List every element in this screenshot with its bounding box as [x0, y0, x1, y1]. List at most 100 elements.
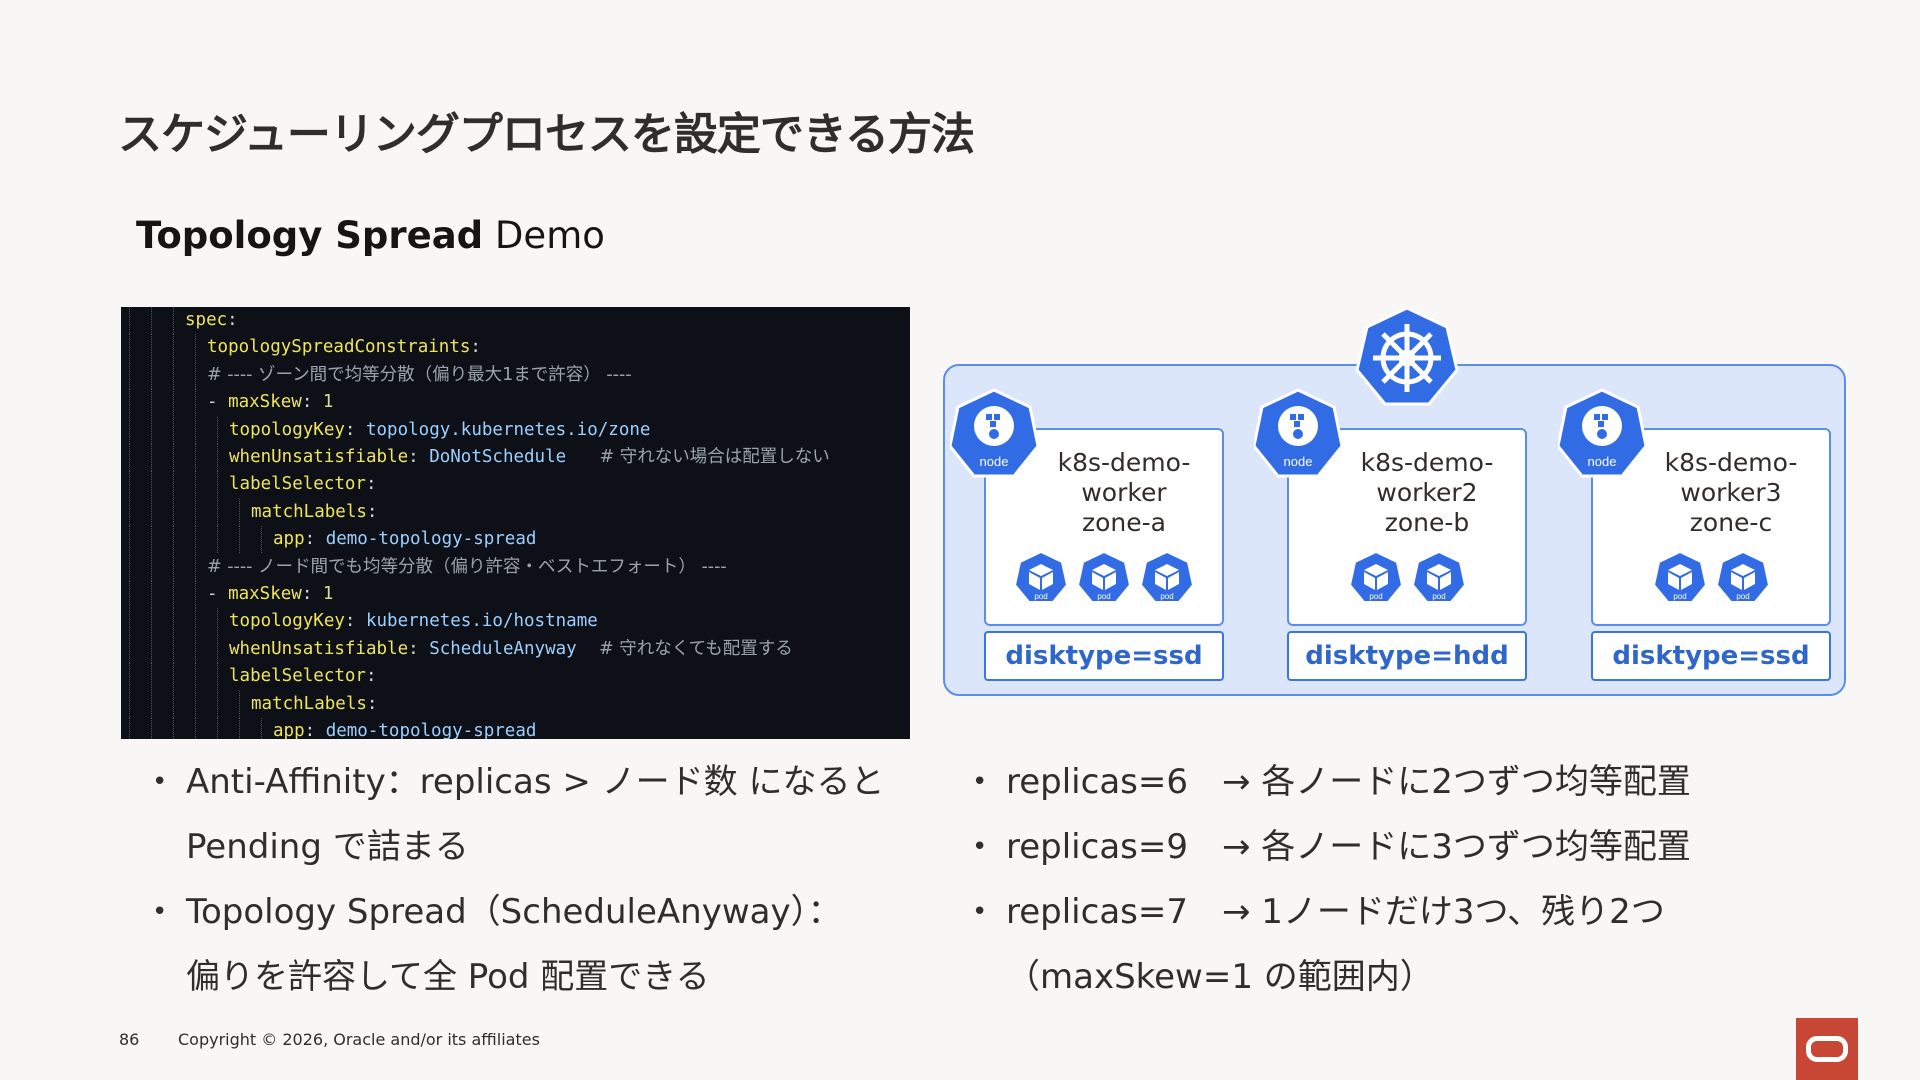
indent-guide	[217, 690, 218, 718]
indent-guide	[129, 334, 130, 362]
indent-guide	[239, 690, 240, 718]
indent-guide	[173, 690, 174, 718]
node-icon-label: node	[1284, 454, 1313, 469]
bullet-dot: •	[972, 897, 988, 927]
code-token: app	[273, 529, 305, 550]
indent-guide	[217, 663, 218, 691]
code-token: whenUnsatisfiable	[229, 638, 409, 659]
list-item: • replicas=9 → 各ノードに3つずつ均等配置	[956, 815, 1856, 880]
code-token: :	[366, 501, 378, 522]
indent-guide	[151, 718, 152, 739]
code-token: -	[207, 392, 229, 413]
list-item: • replicas=7 → 1ノードだけ3つ、残り2つ （maxSkew=1 の範…	[956, 880, 1856, 1010]
code-token: # 守れなくても配置する	[576, 638, 793, 659]
indent-guide	[129, 581, 130, 608]
pod-icon-label: pod	[1736, 592, 1749, 601]
indent-guide	[151, 444, 152, 471]
indent-guide	[217, 416, 218, 444]
indent-guide	[129, 471, 130, 499]
pod-icon: pod	[1715, 550, 1770, 608]
subtitle-rest: Demo	[483, 214, 605, 257]
pod-icon-label: pod	[1097, 592, 1110, 601]
indent-guide	[195, 334, 196, 362]
indent-guide	[151, 389, 152, 417]
pod-group: pod pod	[1289, 550, 1525, 608]
indent-guide	[151, 471, 152, 499]
indent-guide	[195, 361, 196, 389]
indent-guide	[129, 444, 130, 471]
indent-guide	[239, 718, 240, 739]
code-token: matchLabels	[251, 693, 367, 714]
indent-guide	[195, 498, 196, 526]
code-token: :	[344, 419, 366, 440]
indent-guide	[195, 444, 196, 471]
indent-guide	[195, 553, 196, 581]
code-token: :	[301, 392, 323, 413]
indent-guide	[195, 526, 196, 554]
indent-guide	[129, 608, 130, 636]
right-bullet-list: • replicas=6 → 各ノードに2つずつ均等配置 • replicas=9 …	[956, 750, 1856, 1010]
indent-guide	[217, 471, 218, 499]
node-name: k8s-demo- worker2 zone-b	[1360, 448, 1494, 537]
indent-guide	[239, 498, 240, 526]
node-icon: node	[948, 388, 1040, 478]
indent-guide	[129, 718, 130, 739]
code-token: app	[273, 721, 305, 739]
indent-guide	[261, 718, 262, 739]
left-bullet-list: • Anti-Affinity：replicas > ノード数 になると Pendi…	[136, 750, 896, 1010]
indent-guide	[129, 526, 130, 554]
pod-icon: pod	[1652, 550, 1707, 608]
indent-guide	[173, 635, 174, 663]
code-token: topology.kubernetes.io/zone	[365, 419, 651, 440]
pod-icon-label: pod	[1160, 592, 1173, 601]
node-label-badge: disktype=ssd	[984, 631, 1224, 681]
subtitle-bold: Topology Spread	[136, 214, 484, 257]
indent-guide	[217, 498, 218, 526]
code-token: whenUnsatisfiable	[229, 447, 409, 467]
pod-icon: pod	[1076, 550, 1132, 608]
code-token: demo-topology-spread	[325, 529, 537, 550]
indent-guide	[151, 498, 152, 526]
indent-guide	[239, 526, 240, 554]
code-token: -	[207, 584, 229, 604]
indent-guide	[173, 663, 174, 691]
pod-icon-label: pod	[1432, 592, 1445, 601]
code-token: kubernetes.io/hostname	[365, 611, 598, 632]
indent-guide	[151, 416, 152, 444]
indent-guide	[195, 608, 196, 636]
indent-guide	[151, 581, 152, 608]
list-item: • Topology Spread（ScheduleAnyway）： 偏りを許容して…	[136, 880, 896, 1010]
indent-guide	[129, 663, 130, 691]
indent-guide	[129, 690, 130, 718]
indent-guide	[173, 334, 174, 362]
code-token: :	[344, 611, 366, 632]
pod-icon-label: pod	[1034, 592, 1047, 601]
indent-guide	[151, 334, 152, 362]
yaml-code-panel: spec: topologySpreadConstraints: # ---- ゾー…	[121, 307, 910, 739]
indent-guide	[173, 553, 174, 581]
code-token: ScheduleAnyway	[429, 638, 577, 659]
indent-guide	[217, 635, 218, 663]
node-name: k8s-demo- worker3 zone-c	[1664, 448, 1798, 537]
indent-guide	[217, 444, 218, 471]
code-token: # 守れない場合は配置しない	[566, 447, 830, 467]
slide-title: スケジューリングプロセスを設定できる方法	[118, 109, 975, 160]
pod-group: pod pod pod	[986, 550, 1222, 608]
code-token: :	[408, 447, 430, 467]
code-token: :	[365, 666, 377, 687]
node-icon-label: node	[1588, 454, 1617, 469]
indent-guide	[151, 608, 152, 636]
indent-guide	[217, 718, 218, 739]
code-token: labelSelector	[229, 666, 366, 687]
list-item: • replicas=6 → 各ノードに2つずつ均等配置	[956, 750, 1856, 815]
code-token: # ---- ゾーン間で均等分散（偏り最大1まで許容） ----	[207, 364, 632, 385]
code-token: topologyKey	[229, 419, 345, 440]
code-token: DoNotSchedule	[429, 447, 567, 467]
bullet-dot: •	[972, 832, 988, 862]
code-token: spec	[185, 310, 228, 330]
indent-guide	[173, 526, 174, 554]
indent-guide	[173, 389, 174, 417]
indent-guide	[151, 526, 152, 554]
code-token: :	[470, 337, 481, 358]
bullet-dot: •	[972, 767, 988, 797]
